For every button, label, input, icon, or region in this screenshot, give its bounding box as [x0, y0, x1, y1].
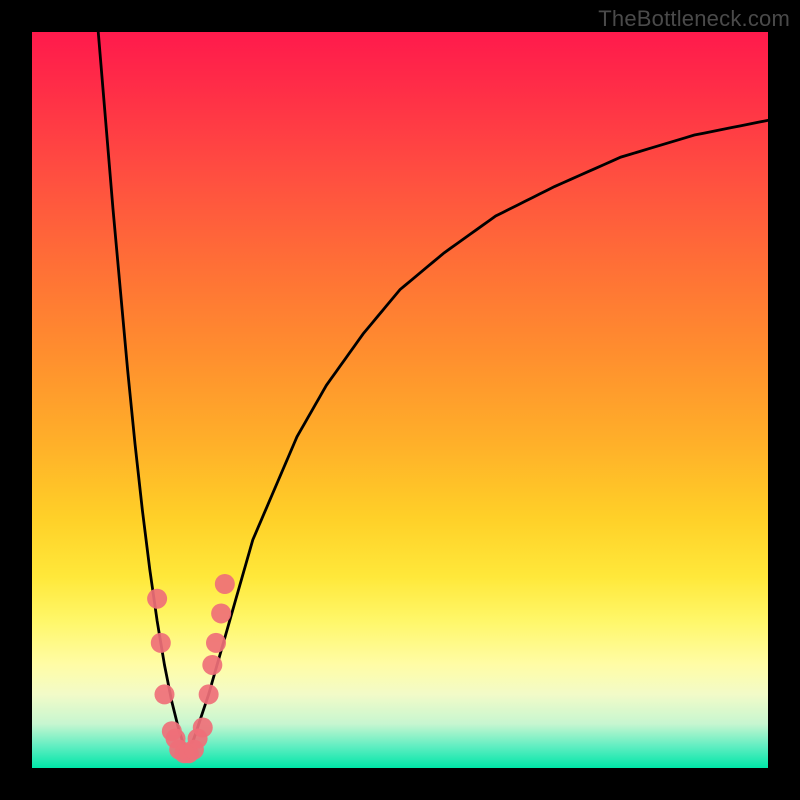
data-marker	[151, 633, 171, 653]
data-marker	[154, 684, 174, 704]
data-marker	[193, 718, 213, 738]
plot-area	[32, 32, 768, 768]
data-marker	[147, 589, 167, 609]
watermark-text: TheBottleneck.com	[598, 6, 790, 32]
data-marker	[215, 574, 235, 594]
chart-frame: TheBottleneck.com	[0, 0, 800, 800]
curve-left-branch	[98, 32, 186, 753]
data-marker	[211, 603, 231, 623]
data-marker	[206, 633, 226, 653]
curve-svg	[32, 32, 768, 768]
curve-right-branch	[187, 120, 768, 753]
data-marker	[199, 684, 219, 704]
data-marker	[202, 655, 222, 675]
